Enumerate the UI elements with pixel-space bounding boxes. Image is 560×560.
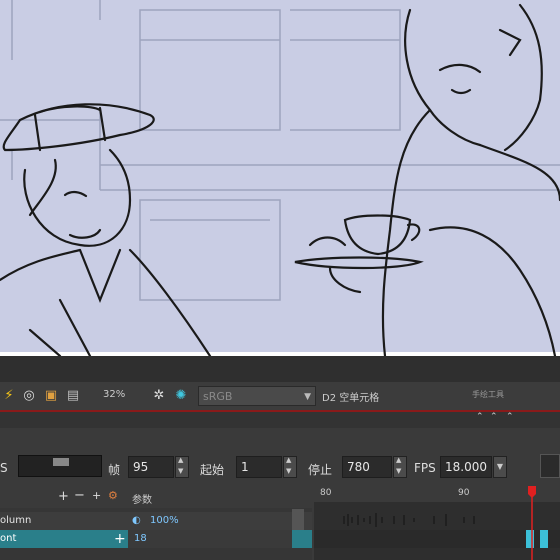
params-label: 参数 [132,495,152,506]
playhead-marker[interactable] [528,486,536,498]
extra-control[interactable] [540,454,560,478]
canvas-bottom-gap [0,356,560,382]
layer-effect-icon[interactable]: ⚙ [108,489,118,502]
add-keyframe-icon[interactable]: + [92,489,101,502]
layer-value-field[interactable] [128,530,292,548]
layer-value[interactable]: 18 [134,530,147,548]
stop-stepper[interactable] [393,456,407,478]
color-space-select[interactable]: sRGB ▼ [198,386,316,406]
lightning-icon[interactable]: ⚡ [0,387,18,405]
s-label: S [0,461,8,475]
scrollbar[interactable] [292,509,304,531]
remove-layer-icon[interactable]: − [74,488,85,503]
frame-slider[interactable] [18,455,102,477]
start-stepper[interactable] [283,456,297,478]
slider-thumb[interactable] [53,458,69,466]
fps-dropdown-icon[interactable]: ▼ [493,456,507,478]
layer-name: olumn [0,515,32,526]
layer-row-selected[interactable]: ont + 18 [0,530,312,548]
frames-stepper[interactable] [175,456,189,478]
audio-waveform [314,486,560,560]
gear-icon[interactable]: ✲ [150,387,168,405]
stop-label: 停止 [308,463,333,477]
frames-label: 帧 [108,463,121,477]
fps-input[interactable]: 18.000 [440,456,492,478]
cell-label: D2 空单元格 [322,393,380,404]
add-icon[interactable]: + [114,530,126,548]
opacity-icon: ◐ [132,515,141,526]
frame-controls: S 帧 95 起始 1 停止 780 FPS 18.000 ▼ [0,428,560,486]
keyframe-cell[interactable] [540,530,548,548]
image-icon[interactable]: ▣ [42,387,60,405]
layer-row[interactable]: olumn ◐ 100% [0,509,312,531]
line-art-drawing [0,0,560,356]
zoom-level[interactable]: 32% [103,389,125,400]
sub-toolbar: ⌃ ⌃ ⌃ [0,412,560,428]
frames-input[interactable]: 95 [128,456,174,478]
layers-panel: + − + ⚙ 参数 olumn ◐ 100% ont + 18 [0,486,312,560]
layer-name: ont [0,533,17,544]
layers-header: + − + ⚙ 参数 [0,486,312,508]
chevron-down-icon: ▼ [304,392,311,402]
layer-value[interactable]: 100% [150,512,179,530]
color-wheel-icon[interactable]: ✺ [172,387,190,405]
chevron-up-icon[interactable]: ⌃ [490,412,498,422]
start-label: 起始 [200,463,225,477]
add-layer-icon[interactable]: + [58,489,69,504]
timeline-panel[interactable]: 80 90 [314,486,560,560]
film-icon[interactable]: ▤ [64,387,82,405]
fps-label: FPS [414,461,436,475]
drawing-canvas[interactable] [0,0,560,356]
chevron-up-icon[interactable]: ⌃ [506,412,514,422]
start-input[interactable]: 1 [236,456,282,478]
tool-label: 手绘工具 [472,390,504,399]
stop-input[interactable]: 780 [342,456,392,478]
chevron-up-icon[interactable]: ⌃ [476,412,484,422]
keyframe-cell[interactable] [526,530,534,548]
color-space-value: sRGB [203,390,233,403]
onion-skin-icon[interactable]: ◎ [20,387,38,405]
